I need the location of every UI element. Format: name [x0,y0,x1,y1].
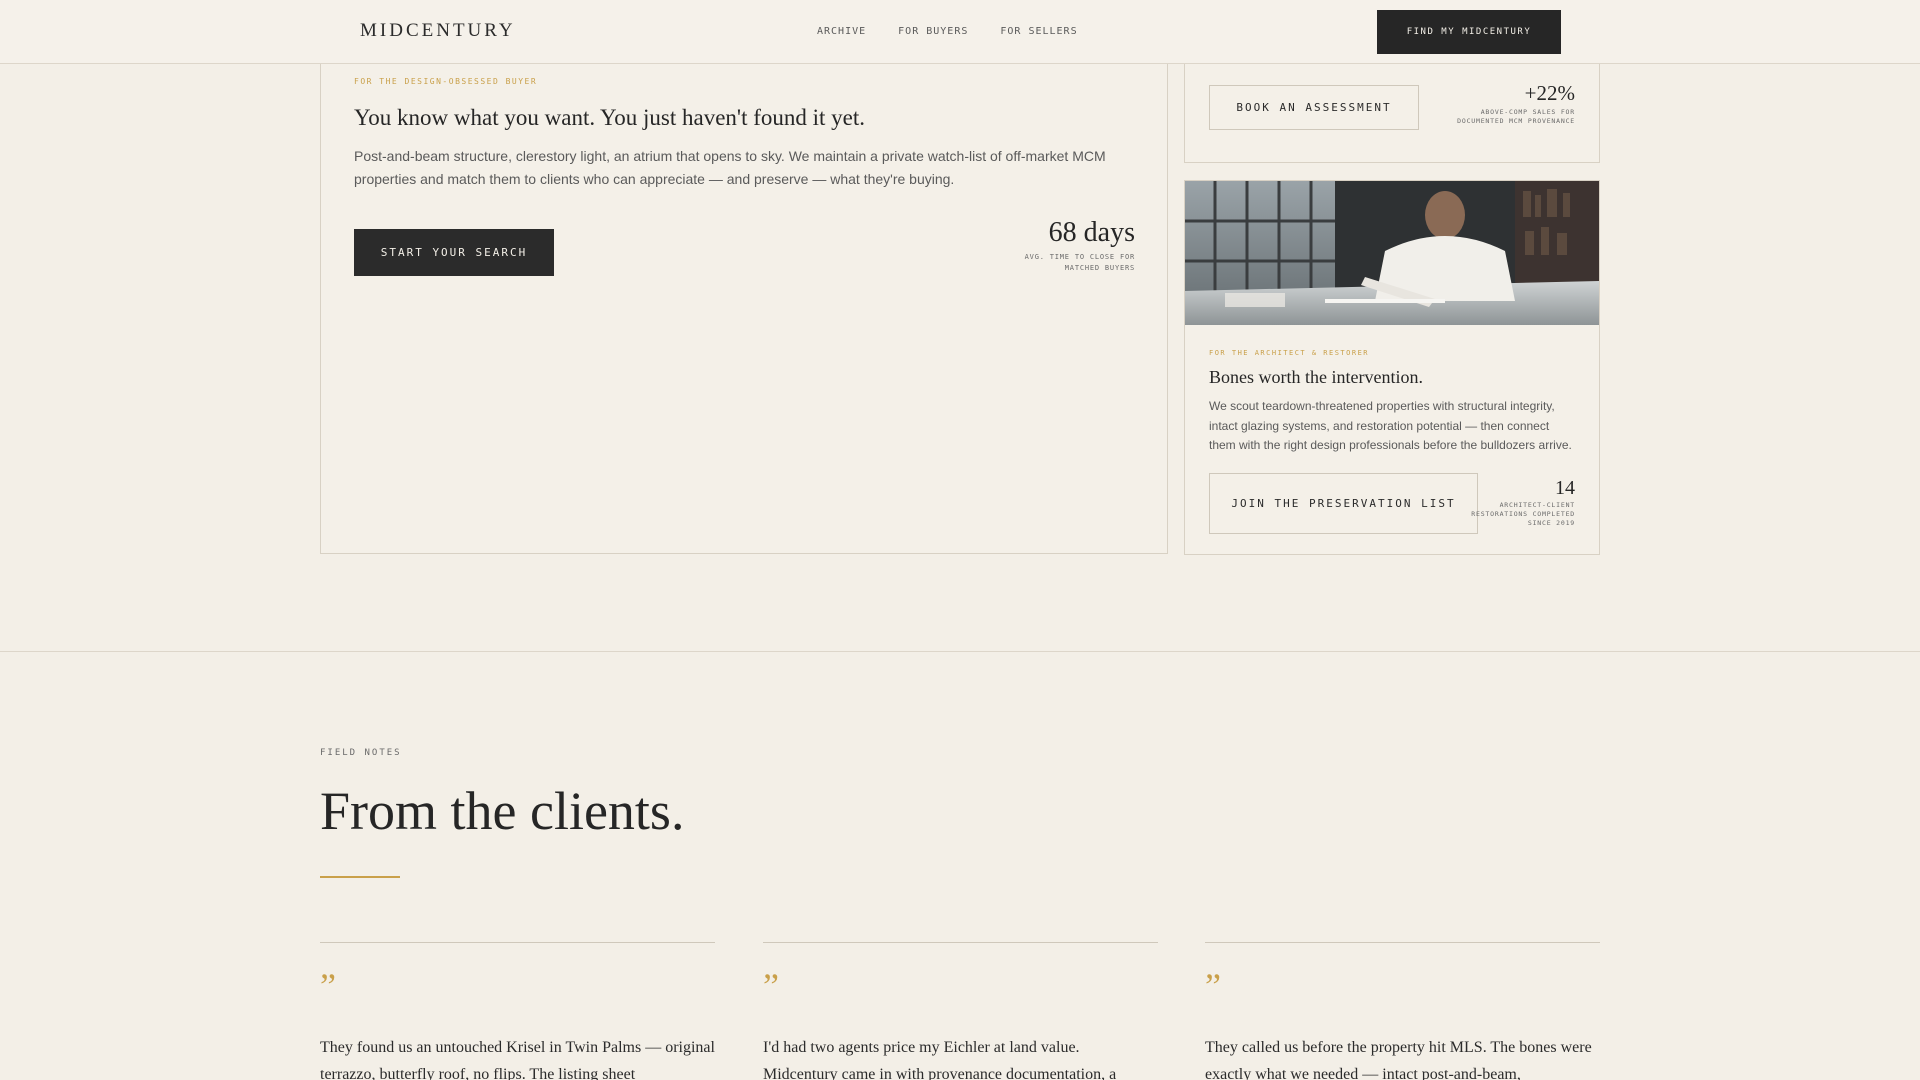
quote-mark-icon: ” [320,966,336,1006]
testimonial-text: I'd had two agents price my Eichler at l… [763,1039,1117,1080]
quote-mark-icon: ” [1205,966,1221,1006]
testimonial-text: They called us before the property hit M… [1205,1039,1592,1080]
start-your-search-button[interactable]: START YOUR SEARCH [354,229,554,276]
site-header: MIDCENTURY ARCHIVE FOR BUYERS FOR SELLER… [0,0,1920,64]
join-preservation-list-button[interactable]: JOIN THE PRESERVATION LIST [1209,473,1478,534]
buyer-stat-caption: AVG. TIME TO CLOSE FOR MATCHED BUYERS [1024,253,1135,272]
testimonial-rule [763,942,1158,943]
field-notes-title: From the clients. [320,781,685,841]
title-accent-rule [320,876,400,878]
architect-stat-value: 14 [1555,477,1575,499]
find-my-midcentury-button[interactable]: FIND MY MIDCENTURY [1377,10,1561,54]
seller-stat-caption: ABOVE-COMP SALES FOR DOCUMENTED MCM PROV… [1457,108,1575,125]
architect-body: We scout teardown-threatened properties … [1209,399,1572,452]
architect-eyebrow: FOR THE ARCHITECT & RESTORER [1209,349,1370,357]
buyer-card: FOR THE DESIGN-OBSESSED BUYER You know w… [320,40,1168,554]
architect-photo [1185,181,1599,325]
seller-stat-value: +22% [1524,81,1575,105]
testimonial-card: ” I'd had two agents price my Eichler at… [763,942,1158,1080]
architect-title: Bones worth the intervention. [1209,367,1423,387]
main-nav: ARCHIVE FOR BUYERS FOR SELLERS [817,26,1078,37]
testimonial-rule [1205,942,1600,943]
buyer-eyebrow: FOR THE DESIGN-OBSESSED BUYER [354,77,538,86]
buyer-body: Post-and-beam structure, clerestory ligh… [354,148,1106,187]
nav-link-for-buyers[interactable]: FOR BUYERS [898,26,968,37]
testimonial-card: ” They called us before the property hit… [1205,942,1600,1080]
book-an-assessment-button[interactable]: BOOK AN ASSESSMENT [1209,85,1419,130]
nav-link-for-sellers[interactable]: FOR SELLERS [1000,26,1077,37]
brand-logo[interactable]: MIDCENTURY [360,20,516,42]
testimonial-text: They found us an untouched Krisel in Twi… [320,1039,715,1080]
testimonial-card: ” They found us an untouched Krisel in T… [320,942,715,1080]
field-notes-eyebrow: FIELD NOTES [320,748,402,758]
buyer-title: You know what you want. You just haven't… [354,105,866,130]
architect-stat-caption: ARCHITECT-CLIENT RESTORATIONS COMPLETED … [1471,501,1575,527]
architect-card: FOR THE ARCHITECT & RESTORER Bones worth… [1184,180,1600,555]
architect-at-desk-image [1185,181,1599,325]
buyer-stat-value: 68 days [1048,217,1135,248]
nav-link-archive[interactable]: ARCHIVE [817,26,866,37]
section-divider [0,651,1920,652]
testimonial-rule [320,942,715,943]
quote-mark-icon: ” [763,966,779,1006]
